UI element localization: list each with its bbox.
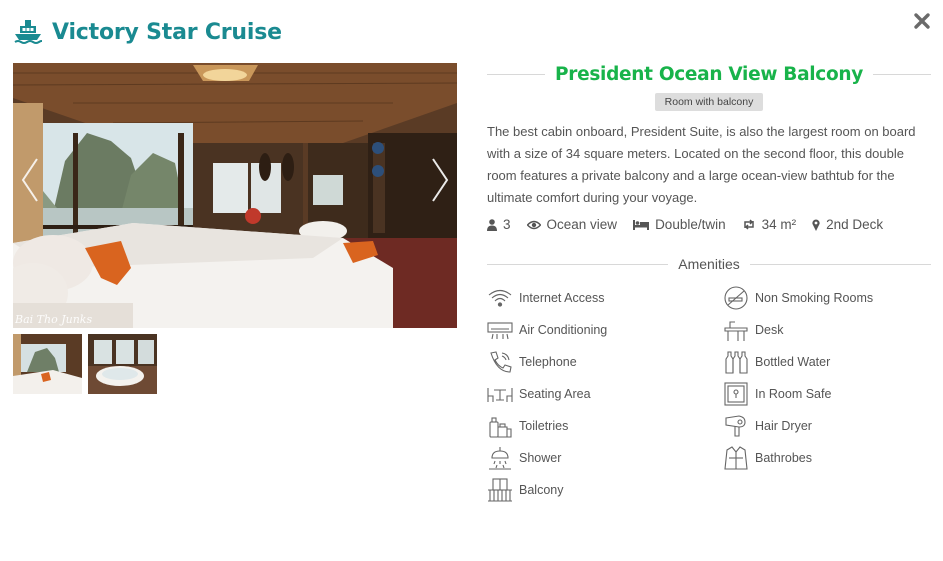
amenity-bottled-water: Bottled Water	[723, 350, 931, 374]
amenities-heading-row: Amenities	[487, 256, 931, 272]
photo-watermark: Bai Tho Junks	[15, 313, 93, 326]
eye-icon	[526, 220, 541, 229]
map-marker-icon	[812, 219, 820, 231]
close-icon[interactable]	[913, 12, 931, 30]
amenity-label: Non Smoking Rooms	[755, 291, 874, 305]
wifi-icon	[488, 289, 512, 307]
amenity-internet-access: Internet Access	[487, 286, 723, 310]
spec-guests-value: 3	[503, 217, 511, 232]
amenity-label: Desk	[755, 323, 784, 337]
amenity-shower: Shower	[487, 446, 723, 470]
photo-gallery: Bai Tho Junks	[13, 63, 457, 394]
amenity-hair-dryer: Hair Dryer	[723, 414, 931, 438]
no-smoking-icon	[724, 286, 748, 310]
amenity-in-room-safe: In Room Safe	[723, 382, 931, 406]
amenity-seating-area: Seating Area	[487, 382, 723, 406]
amenities-heading: Amenities	[678, 256, 740, 272]
amenity-telephone: Telephone	[487, 350, 723, 374]
room-title: President Ocean View Balcony	[555, 63, 864, 85]
amenity-balcony: Balcony	[487, 478, 723, 502]
bottled-water-icon	[725, 351, 748, 374]
amenities-list: Internet Access Non Smoking Rooms Air Co…	[487, 286, 931, 502]
main-room-photo: Bai Tho Junks	[13, 63, 457, 328]
modal-header: Victory Star Cruise	[14, 14, 282, 50]
amenity-air-conditioning: Air Conditioning	[487, 318, 723, 342]
shower-icon	[489, 447, 511, 470]
telephone-icon	[490, 351, 512, 373]
spec-view: Ocean view	[526, 217, 618, 232]
amenity-label: Shower	[519, 451, 562, 465]
amenity-label: Bottled Water	[755, 355, 831, 369]
amenity-non-smoking-rooms: Non Smoking Rooms	[723, 286, 931, 310]
divider	[487, 263, 669, 265]
divider	[749, 263, 931, 265]
divider	[487, 73, 545, 75]
amenity-label: Telephone	[519, 355, 577, 369]
room-title-row: President Ocean View Balcony	[487, 60, 932, 88]
thumbnail-1[interactable]	[13, 334, 82, 394]
desk-icon	[724, 321, 748, 341]
room-type-badge: Room with balcony	[654, 93, 764, 111]
amenity-label: Balcony	[519, 483, 564, 497]
ship-icon	[14, 20, 42, 44]
previous-photo-arrow[interactable]	[17, 155, 43, 205]
amenity-label: Internet Access	[519, 291, 605, 305]
air-conditioner-icon	[487, 322, 513, 340]
room-specs: 3 Ocean view Double/twin 34 m² 2nd Deck	[487, 217, 931, 232]
amenity-label: Bathrobes	[755, 451, 812, 465]
amenity-label: Seating Area	[519, 387, 591, 401]
divider	[873, 73, 932, 75]
thumbnail-strip	[13, 334, 457, 394]
amenity-desk: Desk	[723, 318, 931, 342]
retweet-size-icon	[743, 219, 754, 230]
user-icon	[487, 218, 497, 231]
bathrobe-icon	[724, 446, 748, 470]
amenity-bathrobes: Bathrobes	[723, 446, 931, 470]
spec-view-value: Ocean view	[546, 217, 618, 232]
spec-guests: 3	[487, 217, 511, 232]
balcony-icon	[488, 478, 512, 502]
spec-size: 34 m²	[742, 217, 797, 232]
room-details: President Ocean View Balcony Room with b…	[487, 60, 932, 502]
amenity-label: Toiletries	[519, 419, 569, 433]
spec-deck: 2nd Deck	[812, 217, 883, 232]
next-photo-arrow[interactable]	[427, 155, 453, 205]
amenity-label: Hair Dryer	[755, 419, 812, 433]
toiletries-icon	[489, 417, 512, 438]
seating-area-icon	[487, 388, 513, 402]
spec-size-value: 34 m²	[761, 217, 797, 232]
page-title: Victory Star Cruise	[52, 19, 282, 45]
bed-icon	[633, 219, 650, 230]
amenity-label: In Room Safe	[755, 387, 832, 401]
amenity-toiletries: Toiletries	[487, 414, 723, 438]
safe-icon	[724, 382, 748, 406]
thumbnail-2[interactable]	[88, 334, 157, 394]
spec-deck-value: 2nd Deck	[826, 217, 884, 232]
spec-bed-value: Double/twin	[655, 217, 726, 232]
hair-dryer-icon	[725, 415, 746, 437]
spec-bed: Double/twin	[633, 217, 726, 232]
room-description: The best cabin onboard, President Suite,…	[487, 124, 916, 205]
amenity-label: Air Conditioning	[519, 323, 608, 337]
